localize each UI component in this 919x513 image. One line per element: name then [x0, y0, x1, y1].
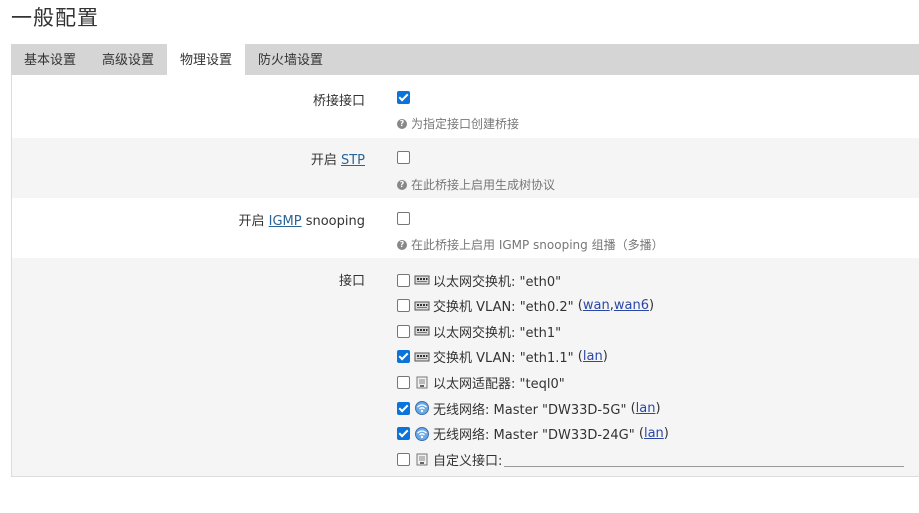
settings-panel: 桥接接口 ? 为指定接口创建桥接 开启 STP ? 在此桥接上启用生成树协议 开…	[11, 75, 919, 477]
interface-checkbox[interactable]	[397, 401, 410, 415]
tab-bar: 基本设置 高级设置 物理设置 防火墙设置	[11, 44, 919, 76]
interface-item: 交换机 VLAN: "eth1.1" (lan)	[397, 348, 608, 366]
tab-basic[interactable]: 基本设置	[11, 44, 89, 75]
help-icon: ?	[397, 179, 407, 190]
igmp-link[interactable]: IGMP	[269, 214, 302, 229]
stp-row: 开启 STP ? 在此桥接上启用生成树协议	[12, 138, 919, 198]
zone-paren-close: )	[663, 426, 669, 442]
interface-checkbox[interactable]	[397, 273, 410, 287]
custom-interface-item: 自定义接口:	[397, 450, 905, 469]
interface-label: 以太网适配器: "teql0"	[433, 376, 565, 392]
interface-item: 无线网络: Master "DW33D-24G" (lan)	[397, 425, 669, 443]
tab-physical[interactable]: 物理设置	[167, 44, 246, 76]
igmp-label: 开启 IGMP snooping	[238, 214, 365, 229]
igmp-help: ? 在此桥接上启用 IGMP snooping 组播（多播）	[397, 236, 664, 253]
zone-link-lan[interactable]: lan	[636, 401, 656, 416]
wifi-icon	[414, 401, 430, 415]
custom-interface-input[interactable]	[504, 451, 905, 467]
interface-checkbox[interactable]	[397, 375, 410, 389]
zone-link-lan[interactable]: lan	[644, 426, 664, 441]
switch-icon	[414, 299, 430, 313]
interface-label: 以太网交换机: "eth0"	[433, 274, 562, 290]
zone-paren-open: (	[634, 426, 644, 442]
zone-link-wan[interactable]: wan	[583, 298, 610, 313]
wifi-icon	[414, 426, 430, 441]
tab-advanced[interactable]: 高级设置	[89, 44, 167, 75]
stp-label: 开启 STP	[310, 153, 365, 168]
tab-firewall[interactable]: 防火墙设置	[245, 44, 336, 75]
help-icon: ?	[397, 118, 407, 129]
zone-link-lan[interactable]: lan	[583, 349, 603, 364]
stp-checkbox[interactable]	[397, 151, 410, 164]
switch-icon	[414, 324, 430, 338]
interface-item: 以太网适配器: "teql0"	[397, 373, 565, 392]
ethernet-icon	[414, 375, 430, 389]
bridge-help: ? 为指定接口创建桥接	[397, 115, 519, 132]
interface-checkbox[interactable]	[397, 324, 410, 338]
switch-icon	[414, 273, 430, 287]
bridge-row: 桥接接口 ? 为指定接口创建桥接	[12, 75, 919, 138]
zone-paren-close: )	[648, 298, 655, 314]
stp-help: ? 在此桥接上启用生成树协议	[397, 176, 555, 193]
stp-link[interactable]: STP	[341, 153, 365, 168]
interface-label: 无线网络: Master "DW33D-5G"	[433, 402, 627, 418]
zone-paren-close: )	[602, 349, 608, 365]
switch-icon	[414, 350, 430, 364]
interface-checkbox[interactable]	[397, 299, 410, 313]
help-icon: ?	[397, 239, 407, 250]
interface-label: 交换机 VLAN: "eth1.1"	[433, 351, 574, 367]
igmp-row: 开启 IGMP snooping ? 在此桥接上启用 IGMP snooping…	[12, 198, 919, 258]
igmp-checkbox[interactable]	[397, 212, 410, 225]
bridge-checkbox[interactable]	[397, 91, 410, 104]
interfaces-row: 接口 以太网交换机: "eth0" 交换机 VLAN: "eth0.2" (wan…	[12, 258, 919, 476]
page-title: 一般配置	[11, 6, 99, 30]
interface-checkbox[interactable]	[397, 427, 410, 441]
zone-paren-open: (	[626, 400, 636, 416]
custom-interface-checkbox[interactable]	[397, 452, 410, 466]
ethernet-icon	[414, 452, 430, 466]
interface-item: 无线网络: Master "DW33D-5G" (lan)	[397, 399, 661, 418]
zone-paren-open: (	[573, 298, 583, 314]
interface-label: 以太网交换机: "eth1"	[433, 325, 562, 341]
bridge-label: 桥接接口	[312, 94, 365, 109]
interface-item: 以太网交换机: "eth1"	[397, 322, 562, 341]
interface-checkbox[interactable]	[397, 350, 410, 364]
interface-item: 以太网交换机: "eth0"	[397, 271, 562, 290]
zone-paren-open: (	[573, 349, 583, 365]
interface-label: 无线网络: Master "DW33D-24G"	[433, 428, 635, 444]
interfaces-label: 接口	[338, 274, 365, 289]
interface-item: 交换机 VLAN: "eth0.2" (wan, wan6)	[397, 297, 654, 315]
zone-paren-close: )	[655, 400, 661, 416]
interface-label: 交换机 VLAN: "eth0.2"	[433, 300, 574, 316]
custom-interface-label: 自定义接口:	[433, 453, 503, 469]
zone-link-wan6[interactable]: wan6	[614, 298, 649, 313]
